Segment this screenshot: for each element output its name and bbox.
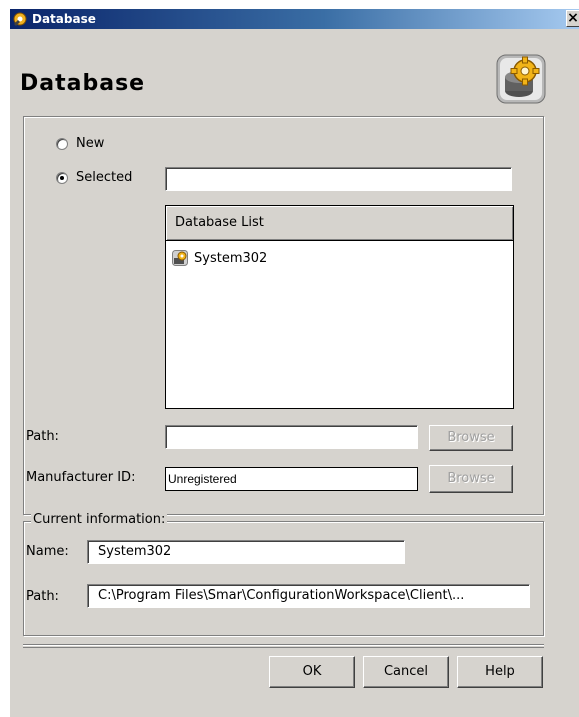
path-browse-button[interactable]: Browse: [429, 425, 513, 451]
current-information-legend: Current information:: [31, 512, 168, 527]
database-list-header: Database List: [166, 206, 513, 241]
manufacturer-id-field[interactable]: Unregistered: [165, 467, 418, 491]
current-information-group: [23, 521, 544, 636]
cancel-button[interactable]: Cancel: [363, 656, 449, 688]
radio-new[interactable]: New: [56, 136, 104, 151]
radio-selected-label: Selected: [76, 170, 133, 185]
window-title: Database: [32, 12, 96, 26]
divider: [23, 644, 544, 646]
help-button[interactable]: Help: [457, 656, 543, 688]
database-gear-icon: [496, 54, 546, 104]
title-bar[interactable]: Database ×: [10, 9, 579, 29]
list-item[interactable]: System302: [172, 250, 267, 266]
app-icon: [13, 12, 27, 26]
page-title: Database: [20, 71, 146, 96]
ok-button[interactable]: OK: [269, 656, 355, 688]
database-gear-icon: [172, 250, 188, 266]
database-dialog: Database × Database New Selected Databas…: [9, 9, 579, 717]
radio-new-label: New: [76, 136, 105, 151]
close-icon: ×: [567, 10, 579, 26]
radio-new-button[interactable]: [56, 137, 68, 150]
path-field[interactable]: [165, 425, 418, 449]
current-path-field[interactable]: C:\Program Files\Smar\ConfigurationWorks…: [87, 584, 530, 608]
current-path-label: Path:: [26, 589, 59, 604]
radio-selected-button[interactable]: [56, 171, 68, 184]
divider: [23, 647, 544, 648]
current-name-field[interactable]: System302: [87, 540, 405, 564]
current-name-label: Name:: [26, 544, 69, 559]
database-list[interactable]: Database List System302: [165, 205, 514, 409]
list-item-label: System302: [194, 250, 268, 266]
close-button[interactable]: ×: [566, 10, 579, 27]
path-label: Path:: [26, 429, 59, 444]
manufacturer-browse-button[interactable]: Browse: [429, 465, 513, 493]
manufacturer-id-label: Manufacturer ID:: [26, 470, 136, 485]
selected-database-field[interactable]: [165, 167, 512, 191]
radio-selected[interactable]: Selected: [56, 170, 132, 185]
